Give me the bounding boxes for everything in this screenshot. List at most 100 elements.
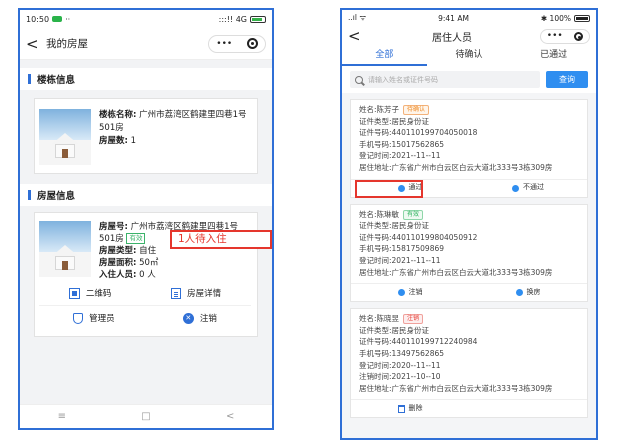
- back-icon[interactable]: <: [348, 27, 364, 45]
- more-icon[interactable]: •••: [547, 31, 563, 41]
- reject-button[interactable]: 不通过: [469, 182, 587, 194]
- house-actions-row-2: 管理员 ✕ 注销: [39, 305, 251, 330]
- approve-highlight: [355, 179, 423, 198]
- house-no-label: 房屋号:: [99, 222, 128, 232]
- change-house-label: 换房: [526, 287, 541, 296]
- resident-actions: 通过 不通过: [351, 178, 587, 198]
- cancel-icon: [397, 289, 405, 297]
- resident-phone: 手机号码:13497562865: [359, 348, 445, 358]
- section-marker: [28, 190, 31, 200]
- phone-my-house: 10:50 ·· :::!! 4G < 我的房屋 ••• 楼栋信息 楼栋名称: …: [18, 8, 274, 430]
- status-time: 9:41 AM: [438, 13, 469, 23]
- resident-actions: 删除: [351, 399, 587, 417]
- pending-residents-callout[interactable]: 1人待入住: [170, 230, 272, 249]
- signal-indicator: :::!! 4G: [218, 14, 247, 24]
- resident-card: 姓名:陈琳敏 有效 证件类型:居民身份证 证件号码:440110199804050…: [350, 203, 588, 303]
- query-button[interactable]: 查询: [546, 71, 588, 88]
- qrcode-icon: [68, 287, 80, 299]
- resident-id-type: 证件类型:居民身份证: [359, 325, 430, 335]
- filter-tabs: 全部 待确认 已通过: [342, 46, 596, 66]
- status-dots: ··: [65, 14, 71, 24]
- mini-program-capsule: •••: [208, 34, 266, 53]
- qrcode-button[interactable]: 二维码: [68, 287, 112, 299]
- phone-residents: ..ıl ᯤ 9:41 AM ✱ 100% < 居住人员 ••• 全部 待确认 …: [340, 8, 598, 440]
- document-icon: [171, 287, 182, 299]
- building-name-label: 楼栋名称:: [99, 110, 137, 120]
- close-circle-icon: ✕: [182, 312, 194, 324]
- resident-id-no: 证件号码:440110199712240984: [359, 337, 478, 347]
- house-image: [39, 109, 91, 165]
- more-icon[interactable]: •••: [216, 39, 232, 49]
- close-target-icon[interactable]: [574, 31, 584, 41]
- search-input[interactable]: [368, 75, 535, 84]
- section-marker: [28, 74, 31, 84]
- search-box: [350, 71, 540, 88]
- battery-icon: [250, 15, 266, 23]
- house-type-label: 房屋类型:: [99, 246, 137, 256]
- admin-button[interactable]: 管理员: [73, 312, 115, 324]
- battery-text: ✱ 100%: [540, 13, 571, 23]
- system-nav-bar: ≡ □ <: [20, 404, 272, 428]
- house-count-label: 房屋数:: [99, 136, 128, 146]
- back-icon[interactable]: <: [26, 35, 42, 53]
- battery-icon: [574, 14, 590, 22]
- swap-icon: [515, 289, 523, 297]
- resident-actions: 注销 换房: [351, 283, 587, 301]
- section-title: 楼栋信息: [37, 75, 76, 86]
- resident-id-type: 证件类型:居民身份证: [359, 116, 430, 126]
- tab-pending[interactable]: 待确认: [427, 46, 512, 66]
- status-time: 10:50: [26, 14, 50, 24]
- admin-label: 管理员: [89, 314, 115, 324]
- house-detail-button[interactable]: 房屋详情: [171, 287, 221, 299]
- resident-card: 姓名:陈芳子 待确认 证件类型:居民身份证 证件号码:44011019970405…: [350, 99, 588, 198]
- house-count-value: 1: [130, 136, 137, 146]
- wechat-icon: [52, 16, 63, 22]
- status-badge: 注销: [403, 314, 424, 325]
- resident-card: 姓名:陈晓昱 注销 证件类型:居民身份证 证件号码:440110199712240…: [350, 308, 588, 419]
- building-card[interactable]: 楼栋名称: 广州市荔湾区鹤建里四巷1号501房 房屋数: 1: [34, 98, 258, 174]
- house-area-value: 50㎡: [139, 258, 159, 268]
- search-icon: [355, 75, 363, 84]
- status-badge: 待确认: [403, 105, 430, 115]
- cancel-resident-label: 注销: [408, 287, 423, 296]
- back-nav-icon[interactable]: <: [226, 411, 234, 422]
- status-badge: 有效: [126, 233, 146, 244]
- delete-button[interactable]: 删除: [351, 403, 469, 415]
- residents-value: 0 人: [139, 270, 156, 280]
- section-house-info: 房屋信息: [20, 184, 272, 206]
- delete-label: 删除: [408, 403, 423, 412]
- resident-address: 居住地址:广东省广州市白云区白云大道北333号3栋309房: [359, 162, 553, 172]
- resident-address: 居住地址:广东省广州市白云区白云大道北333号3栋309房: [359, 267, 553, 277]
- nav-bar: < 居住人员 •••: [342, 26, 596, 46]
- qrcode-label: 二维码: [85, 289, 112, 299]
- resident-id-no: 证件号码:440110199704050018: [359, 128, 478, 138]
- house-detail-label: 房屋详情: [187, 289, 222, 299]
- trash-icon: [397, 404, 405, 413]
- home-icon[interactable]: □: [141, 411, 150, 422]
- tab-all[interactable]: 全部: [342, 46, 427, 66]
- house-image: [39, 221, 91, 277]
- resident-id-no: 证件号码:440110199804050912: [359, 232, 478, 242]
- resident-reg-time: 登记时间:2020--11--11: [359, 360, 441, 370]
- resident-phone: 手机号码:15017562865: [359, 139, 445, 149]
- section-title: 房屋信息: [37, 191, 76, 202]
- shield-icon: [73, 312, 84, 324]
- nav-bar: < 我的房屋 •••: [20, 28, 272, 60]
- resident-phone: 手机号码:15817509869: [359, 244, 445, 254]
- change-house-button[interactable]: 换房: [469, 287, 587, 299]
- mini-program-capsule: •••: [540, 28, 590, 44]
- residents-label: 入住人员:: [99, 270, 137, 280]
- signal-indicator: ..ıl ᯤ: [348, 13, 367, 22]
- close-target-icon[interactable]: [246, 38, 258, 49]
- section-building-info: 楼栋信息: [20, 68, 272, 90]
- resident-name: 姓名:陈晓昱: [359, 314, 400, 324]
- status-bar: 10:50 ·· :::!! 4G: [20, 10, 272, 28]
- status-bar: ..ıl ᯤ 9:41 AM ✱ 100%: [342, 10, 596, 26]
- cancel-house-button[interactable]: ✕ 注销: [182, 312, 217, 324]
- menu-icon[interactable]: ≡: [58, 411, 66, 422]
- house-type-value: 自住: [139, 246, 157, 256]
- resident-reg-time: 登记时间:2021--11--11: [359, 151, 441, 161]
- reject-label: 不通过: [523, 183, 544, 192]
- cancel-resident-button[interactable]: 注销: [351, 287, 469, 299]
- tab-approved[interactable]: 已通过: [511, 46, 596, 66]
